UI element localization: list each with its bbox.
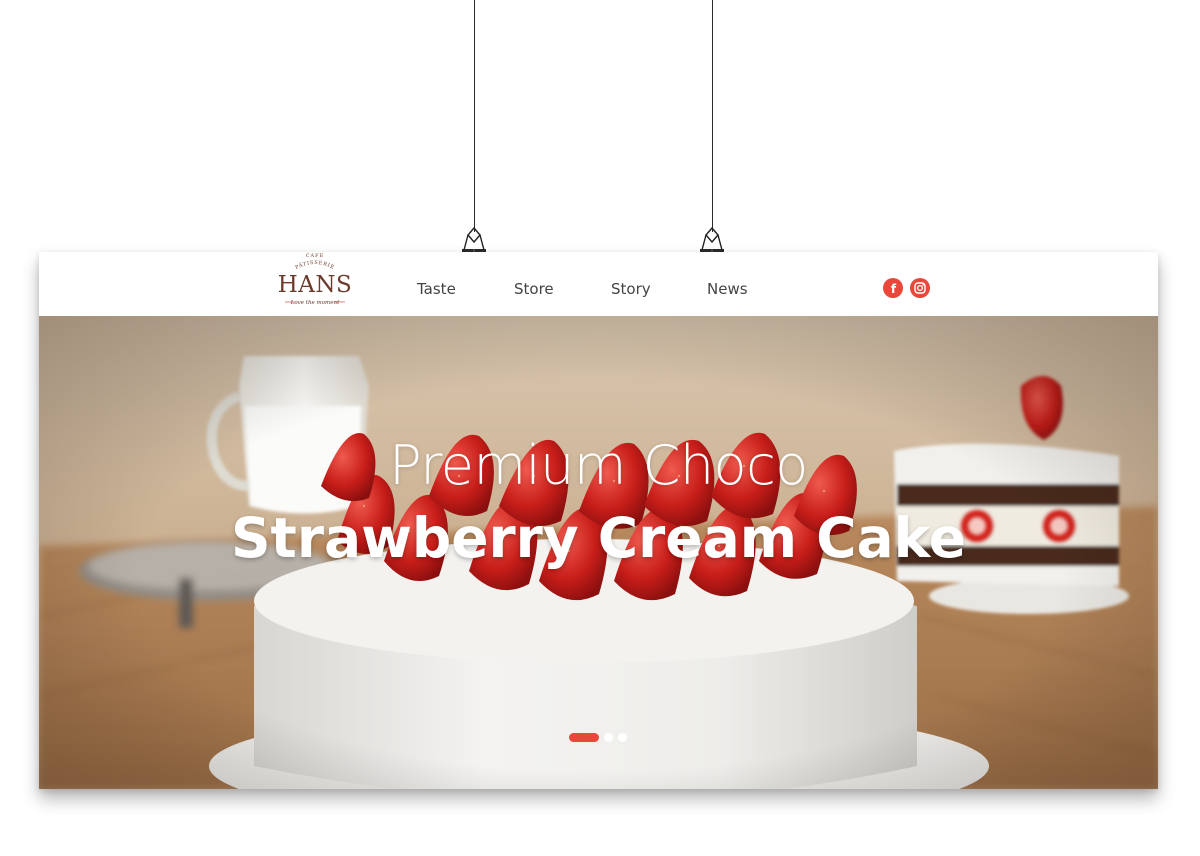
hanging-string-left xyxy=(474,0,475,232)
instagram-button[interactable] xyxy=(910,278,930,298)
hanging-string-right xyxy=(712,0,713,232)
nav-item-news[interactable]: News xyxy=(707,280,748,298)
logo-name: HANS xyxy=(278,272,353,298)
logo-tagline: Love the moment xyxy=(290,300,340,306)
svg-text:f: f xyxy=(891,282,897,296)
hero-slider: Premium Choco Strawberry Cream Cake xyxy=(39,316,1158,789)
website-mockup-card: CAFE PÂTISSERIE HANS Love the moment Tas… xyxy=(39,252,1158,789)
svg-text:PÂTISSERIE: PÂTISSERIE xyxy=(294,260,335,271)
nav-item-story[interactable]: Story xyxy=(611,280,651,298)
slide-dot-3[interactable] xyxy=(618,733,627,742)
slide-dot-1[interactable] xyxy=(569,733,599,742)
facebook-icon: f xyxy=(891,282,897,296)
slide-dot-2[interactable] xyxy=(604,733,613,742)
slider-pagination xyxy=(569,732,629,742)
nav-item-store[interactable]: Store xyxy=(514,280,554,298)
top-navigation: CAFE PÂTISSERIE HANS Love the moment Tas… xyxy=(39,252,1158,316)
hans-logo[interactable]: CAFE PÂTISSERIE HANS Love the moment xyxy=(261,252,369,310)
nav-item-taste[interactable]: Taste xyxy=(417,280,456,298)
instagram-icon xyxy=(914,282,926,294)
hero-title-line2: Strawberry Cream Cake xyxy=(230,506,967,570)
svg-text:CAFE: CAFE xyxy=(306,253,325,259)
logo-arc-text: PÂTISSERIE xyxy=(294,260,334,271)
facebook-button[interactable]: f xyxy=(883,278,903,298)
logo-top-text: CAFE xyxy=(306,253,325,259)
hero-title-line1: Premium Choco xyxy=(389,434,808,497)
